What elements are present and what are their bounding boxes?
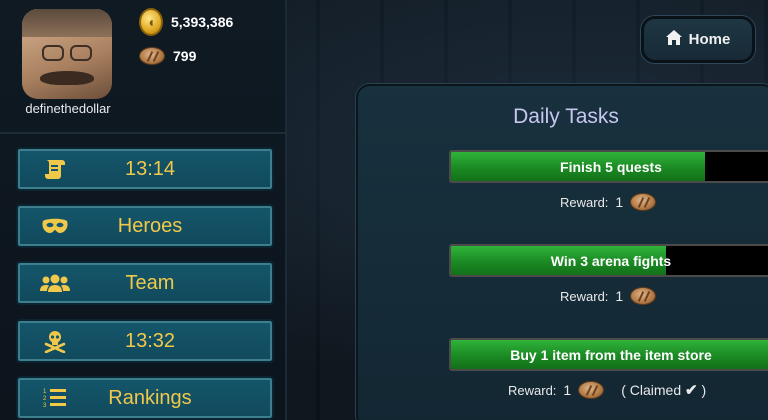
svg-text:1: 1 bbox=[43, 389, 47, 395]
claimed-status: ( Claimed ✔ ) bbox=[621, 381, 706, 399]
scroll-icon bbox=[40, 156, 70, 182]
task-reward: Reward: 1 bbox=[560, 287, 657, 305]
claimed-close: ) bbox=[701, 382, 707, 398]
coin-amount: 5,393,386 bbox=[171, 14, 234, 30]
reward-label: Reward: bbox=[560, 288, 609, 304]
username: definethedollar bbox=[25, 101, 111, 116]
mask-icon bbox=[40, 213, 70, 239]
sidebar: definethedollar ◖ 5,393,386 799 13:14 He… bbox=[0, 0, 287, 420]
task-progress-bar: Finish 5 quests bbox=[449, 150, 768, 183]
menu-button-team[interactable]: Team bbox=[16, 261, 274, 305]
daily-tasks-panel: Daily Tasks Finish 5 quests Reward: 1 Wi… bbox=[356, 84, 768, 420]
ranked-list-icon: 123 bbox=[40, 385, 70, 411]
bread-icon bbox=[139, 47, 165, 65]
reward-label: Reward: bbox=[560, 194, 609, 210]
sidebar-divider bbox=[0, 132, 287, 134]
coin-icon: ◖ bbox=[139, 8, 163, 36]
home-label: Home bbox=[688, 31, 731, 48]
claimed-text: ( Claimed bbox=[621, 382, 682, 398]
bread-icon bbox=[630, 193, 657, 211]
skull-crossbones-icon bbox=[40, 328, 70, 354]
task-progress-bar: Buy 1 item from the item store bbox=[449, 338, 768, 371]
task-label: Finish 5 quests bbox=[560, 158, 662, 175]
reward-amount: 1 bbox=[615, 194, 624, 210]
menu-button-rankings[interactable]: 123 Rankings bbox=[16, 376, 274, 420]
home-icon bbox=[665, 30, 682, 49]
task-reward: Reward: 1 ( Claimed ✔ ) bbox=[508, 381, 706, 399]
menu-button-quests[interactable]: 13:14 bbox=[16, 147, 274, 191]
reward-amount: 1 bbox=[615, 288, 624, 304]
team-icon bbox=[40, 270, 70, 296]
task-label: Win 3 arena fights bbox=[550, 252, 672, 269]
coin-balance: ◖ 5,393,386 bbox=[139, 8, 233, 36]
bread-balance: 799 bbox=[139, 47, 196, 65]
reward-label: Reward: bbox=[508, 382, 557, 398]
task-label: Buy 1 item from the item store bbox=[510, 346, 712, 363]
svg-text:3: 3 bbox=[43, 403, 47, 409]
bread-amount: 799 bbox=[173, 48, 197, 64]
task-reward: Reward: 1 bbox=[560, 193, 657, 211]
panel-title: Daily Tasks bbox=[513, 105, 619, 128]
home-button[interactable]: Home bbox=[641, 16, 755, 63]
bread-icon bbox=[630, 287, 657, 305]
svg-text:2: 2 bbox=[43, 396, 47, 402]
checkmark-icon: ✔ bbox=[685, 382, 698, 399]
menu-button-arena[interactable]: 13:32 bbox=[16, 319, 274, 363]
task-progress-bar: Win 3 arena fights bbox=[449, 244, 768, 277]
reward-amount: 1 bbox=[563, 382, 572, 398]
menu-button-heroes[interactable]: Heroes bbox=[16, 204, 274, 248]
bread-icon bbox=[578, 381, 605, 399]
avatar[interactable] bbox=[22, 9, 112, 99]
